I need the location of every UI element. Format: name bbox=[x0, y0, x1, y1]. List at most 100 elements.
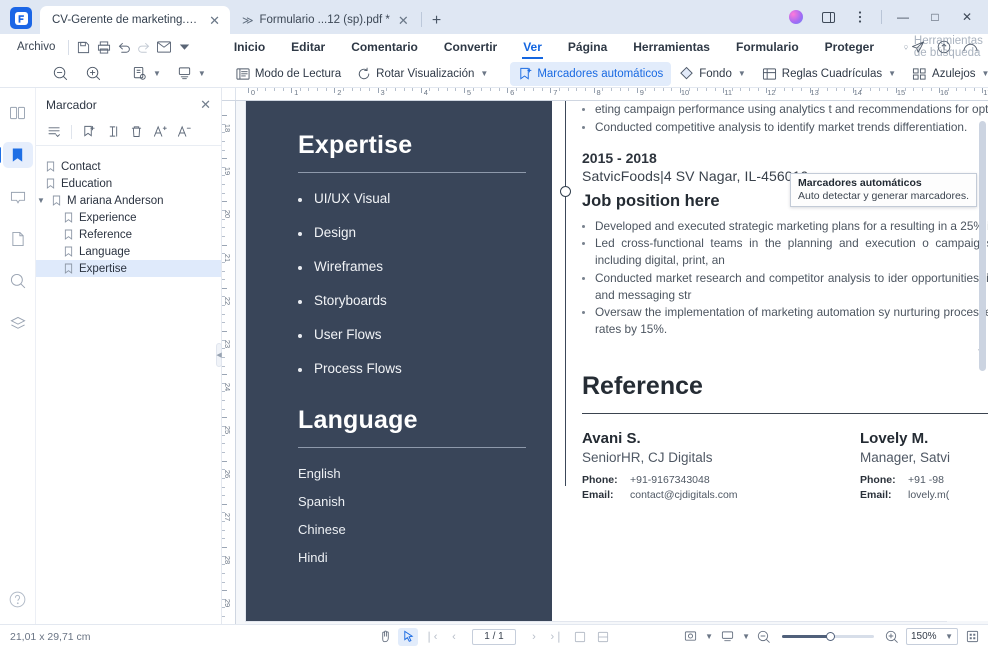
bullet-icon bbox=[298, 266, 302, 270]
maximize-button[interactable]: □ bbox=[920, 4, 950, 30]
menu-comentario[interactable]: Comentario bbox=[338, 34, 431, 60]
cloud-icon[interactable] bbox=[958, 36, 982, 58]
cloud-upload-icon[interactable] bbox=[932, 36, 956, 58]
tab-formulario[interactable]: ≫ Formulario ...12 (sp).pdf * ✕ bbox=[230, 6, 419, 34]
tab-close-icon[interactable]: ✕ bbox=[207, 14, 222, 27]
view-mode-button[interactable] bbox=[717, 628, 737, 646]
close-button[interactable]: ✕ bbox=[952, 4, 982, 30]
save-icon[interactable] bbox=[73, 36, 93, 58]
increase-font-icon[interactable] bbox=[149, 121, 171, 143]
select-tool-button[interactable] bbox=[398, 628, 418, 646]
print-icon[interactable] bbox=[93, 36, 113, 58]
tab-label: Formulario ...12 (sp).pdf * bbox=[260, 14, 390, 26]
menu-inicio[interactable]: Inicio bbox=[221, 34, 278, 60]
single-page-view-button[interactable] bbox=[570, 628, 590, 646]
fullscreen-button[interactable] bbox=[962, 628, 982, 646]
menu-herramientas[interactable]: Herramientas bbox=[620, 34, 723, 60]
prev-page-button[interactable]: ‹ bbox=[444, 628, 464, 646]
redo-icon[interactable] bbox=[134, 36, 154, 58]
continuous-view-button[interactable] bbox=[593, 628, 613, 646]
horizontal-ruler-track[interactable]: 01234567891011121314151617 bbox=[236, 88, 988, 100]
rail-item-comment[interactable] bbox=[3, 184, 33, 210]
chevron-down-icon[interactable]: ▼ bbox=[705, 632, 713, 641]
bookmark-item-language[interactable]: Language bbox=[36, 243, 221, 260]
bookmark-item-education[interactable]: Education bbox=[36, 175, 221, 192]
ruler-tick bbox=[222, 374, 227, 375]
chevron-down-icon: ▼ bbox=[198, 69, 206, 78]
rail-item-layers[interactable] bbox=[3, 310, 33, 336]
rail-item-attachment[interactable] bbox=[3, 226, 33, 252]
zoom-out-button[interactable] bbox=[754, 628, 774, 646]
expand-all-icon[interactable] bbox=[44, 121, 66, 143]
bookmark-item-expertise[interactable]: Expertise bbox=[36, 260, 221, 277]
ruler-tick bbox=[585, 88, 586, 91]
zoom-level-select[interactable]: 150% ▼ bbox=[906, 628, 958, 645]
rail-item-thumbnails[interactable] bbox=[3, 100, 33, 126]
ruler-tick bbox=[913, 88, 914, 91]
auto-bookmarks-button[interactable]: Marcadores automáticos bbox=[510, 62, 671, 86]
read-mode-button[interactable]: Modo de Lectura bbox=[228, 62, 349, 86]
help-button[interactable] bbox=[3, 586, 33, 612]
panel-resize-handle[interactable]: ◀ bbox=[216, 343, 222, 367]
fit-page-button[interactable]: ▼ bbox=[124, 62, 169, 86]
tiles-button[interactable]: Azulejos ▼ bbox=[904, 62, 988, 86]
rail-item-search[interactable] bbox=[3, 268, 33, 294]
bookmark-item-contact[interactable]: Contact bbox=[36, 158, 221, 175]
language-item: English bbox=[298, 466, 526, 481]
ruler-tick bbox=[291, 88, 292, 93]
menu-formulario[interactable]: Formulario bbox=[723, 34, 812, 60]
page-layout-button[interactable]: ▼ bbox=[169, 62, 214, 86]
first-page-button[interactable]: ❘‹ bbox=[421, 628, 441, 646]
page-number-input[interactable]: 1 / 1 bbox=[472, 629, 516, 645]
decrease-font-icon[interactable] bbox=[173, 121, 195, 143]
ruler-tick bbox=[222, 417, 227, 418]
email-icon[interactable] bbox=[154, 36, 174, 58]
ruler-tick bbox=[818, 88, 819, 91]
menu-pagina[interactable]: Página bbox=[555, 34, 620, 60]
menu-ver[interactable]: Ver bbox=[510, 34, 555, 60]
share-icon[interactable] bbox=[906, 36, 930, 58]
rename-bookmark-icon[interactable] bbox=[101, 121, 123, 143]
email-value: contact@cjdigitals.com bbox=[630, 489, 738, 501]
ruler-tick bbox=[481, 88, 482, 91]
account-avatar[interactable] bbox=[781, 4, 811, 30]
menu-editar[interactable]: Editar bbox=[278, 34, 338, 60]
bookmark-item-reference[interactable]: Reference bbox=[36, 226, 221, 243]
last-page-button[interactable]: ›❘ bbox=[547, 628, 567, 646]
more-options-icon[interactable] bbox=[845, 4, 875, 30]
rail-item-bookmark[interactable] bbox=[3, 142, 33, 168]
menu-archivo[interactable]: Archivo bbox=[8, 41, 64, 53]
delete-bookmark-icon[interactable] bbox=[125, 121, 147, 143]
zoom-in-button[interactable] bbox=[882, 628, 902, 646]
sidebar-toggle-icon[interactable] bbox=[813, 4, 843, 30]
minimize-button[interactable]: — bbox=[888, 4, 918, 30]
rotate-view-button[interactable]: Rotar Visualización ▼ bbox=[349, 62, 496, 86]
tab-close-icon[interactable]: ✕ bbox=[396, 14, 411, 27]
bookmark-item-experience[interactable]: Experience bbox=[36, 209, 221, 226]
hand-tool-button[interactable] bbox=[375, 628, 395, 646]
workspace: Marcador ✕ bbox=[0, 88, 988, 624]
undo-icon[interactable] bbox=[114, 36, 134, 58]
menu-proteger[interactable]: Proteger bbox=[812, 34, 887, 60]
tab-cv-gerente[interactable]: CV-Gerente de marketing.pdf * ✕ bbox=[40, 6, 230, 34]
rules-grid-button[interactable]: Reglas Cuadrículas ▼ bbox=[754, 62, 904, 86]
menu-convertir[interactable]: Convertir bbox=[431, 34, 510, 60]
zoom-slider-handle[interactable] bbox=[826, 632, 835, 641]
ruler-tick bbox=[222, 495, 225, 496]
chevron-down-icon[interactable]: ▼ bbox=[742, 632, 750, 641]
zoom-in-button[interactable] bbox=[77, 62, 110, 86]
zoom-slider[interactable] bbox=[782, 631, 874, 643]
bookmark-item-mariana-anderson[interactable]: ▼ M ariana Anderson bbox=[36, 192, 221, 209]
new-tab-button[interactable]: + bbox=[424, 12, 449, 34]
vertical-scrollbar[interactable] bbox=[979, 103, 986, 622]
zoom-out-button[interactable] bbox=[44, 62, 77, 86]
add-bookmark-icon[interactable] bbox=[77, 121, 99, 143]
quick-access-dropdown-icon[interactable] bbox=[175, 36, 195, 58]
ruler-tick bbox=[706, 88, 707, 91]
next-page-button[interactable]: › bbox=[524, 628, 544, 646]
chevron-down-icon[interactable]: ▼ bbox=[36, 196, 46, 205]
snapshot-button[interactable] bbox=[680, 628, 700, 646]
vertical-ruler[interactable]: 181920212223242526272829 bbox=[222, 101, 236, 624]
bookmark-panel-close-icon[interactable]: ✕ bbox=[200, 97, 211, 113]
background-button[interactable]: Fondo ▼ bbox=[671, 62, 754, 86]
